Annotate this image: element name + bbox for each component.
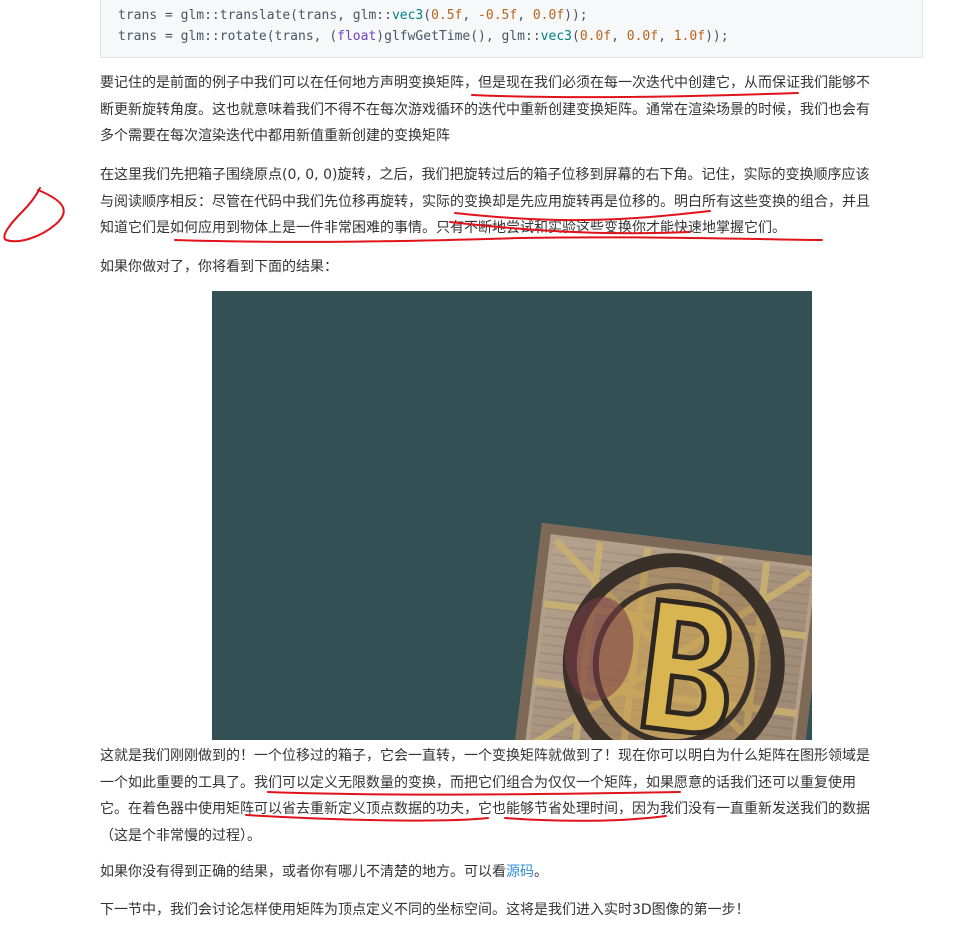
code-text: , xyxy=(611,29,627,44)
render-result-image xyxy=(212,291,812,740)
code-type: vec3 xyxy=(540,29,572,44)
code-text: )); xyxy=(705,29,729,44)
code-number: -0.5f xyxy=(478,8,518,23)
text-line: 多个需要在每次渲染迭代中都用新值重新创建的变换矩阵 xyxy=(100,128,450,144)
code-number: 0.0f xyxy=(532,8,565,23)
code-number: 0.0f xyxy=(626,29,659,44)
code-block: trans = glm::translate(trans, glm::vec3(… xyxy=(100,0,923,58)
paragraph-source-code: 如果你没有得到正确的结果，或者你有哪儿不清楚的地方。可以看源码。 xyxy=(100,859,925,886)
code-type: vec3 xyxy=(391,8,424,23)
paragraph-summary: 这就是我们刚刚做到的！一个位移过的箱子，它会一直转，一个变换矩阵就做到了！现在你… xyxy=(100,743,925,849)
paragraph-transform-order: 在这里我们先把箱子围绕原点(0, 0, 0)旋转，之后，我们把旋转过后的箱子位移… xyxy=(100,162,925,242)
code-text: trans = glm::translate(trans, glm:: xyxy=(118,8,392,23)
text-line: 下一节中，我们会讨论怎样使用矩阵为顶点定义不同的坐标空间。这将是我们进入实时3D… xyxy=(100,902,750,918)
code-line: trans = glm::rotate(trans, (float)glfwGe… xyxy=(118,26,922,47)
text-line: 断更新旋转角度。这也就意味着我们不得不在每次游戏循环的迭代中重新创建变换矩阵。通… xyxy=(100,101,870,118)
crate-texture xyxy=(528,538,812,740)
code-number: 0.5f xyxy=(431,8,463,23)
code-number: 1.0f xyxy=(673,29,706,44)
code-line: trans = glm::translate(trans, glm::vec3(… xyxy=(118,5,922,26)
source-code-link[interactable]: 源码 xyxy=(506,864,534,880)
text-line: 要记住的是前面的例子中我们可以在任何地方声明变换矩阵，但是现在我们必须在每一次迭… xyxy=(100,75,870,91)
code-keyword: float xyxy=(337,29,377,44)
text-line: 。 xyxy=(534,864,548,880)
text-line: 它。在着色器中使用矩阵可以省去重新定义顶点数据的功夫，它也能够节省处理时间，因为… xyxy=(100,801,870,817)
text-line: 如果你做对了，你将看到下面的结果： xyxy=(100,259,338,275)
paragraph-matrix-per-iteration: 要记住的是前面的例子中我们可以在任何地方声明变换矩阵，但是现在我们必须在每一次迭… xyxy=(100,70,925,150)
paragraph-next-section: 下一节中，我们会讨论怎样使用矩阵为顶点定义不同的坐标空间。这将是我们进入实时3D… xyxy=(100,897,925,924)
text-line: 与阅读顺序相反：尽管在代码中我们先位移再旋转，实际的变换却是先应用旋转再是位移的… xyxy=(100,193,870,210)
code-text: trans = glm::rotate(trans, ( xyxy=(118,29,338,44)
rotated-crate xyxy=(512,523,812,740)
code-text: , xyxy=(517,8,533,23)
code-text: )glfwGetTime(), glm:: xyxy=(376,29,541,44)
code-text: ( xyxy=(423,8,432,23)
text-line: （这是个非常慢的过程）。 xyxy=(100,827,261,844)
text-line: 如果你没有得到正确的结果，或者你有哪儿不清楚的地方。可以看 xyxy=(100,864,506,880)
code-text: , xyxy=(462,8,479,23)
code-text: , xyxy=(658,29,674,44)
paragraph-result-intro: 如果你做对了，你将看到下面的结果： xyxy=(100,254,925,281)
text-line: 知道它们是如何应用到物体上是一件非常困难的事情。只有不断地尝试和实验这些变换你才… xyxy=(100,220,786,236)
text-line: 一个如此重要的工具了。我们可以定义无限数量的变换，而把它们组合为仅仅一个矩阵，如… xyxy=(100,774,856,791)
text-line: 这就是我们刚刚做到的！一个位移过的箱子，它会一直转，一个变换矩阵就做到了！现在你… xyxy=(100,748,870,764)
code-text: ( xyxy=(571,29,580,44)
check-mark xyxy=(3,187,65,243)
code-number: 0.0f xyxy=(579,29,612,44)
text-line: 在这里我们先把箱子围绕原点(0, 0, 0)旋转，之后，我们把旋转过后的箱子位移… xyxy=(100,167,870,183)
code-text: )); xyxy=(564,8,588,23)
